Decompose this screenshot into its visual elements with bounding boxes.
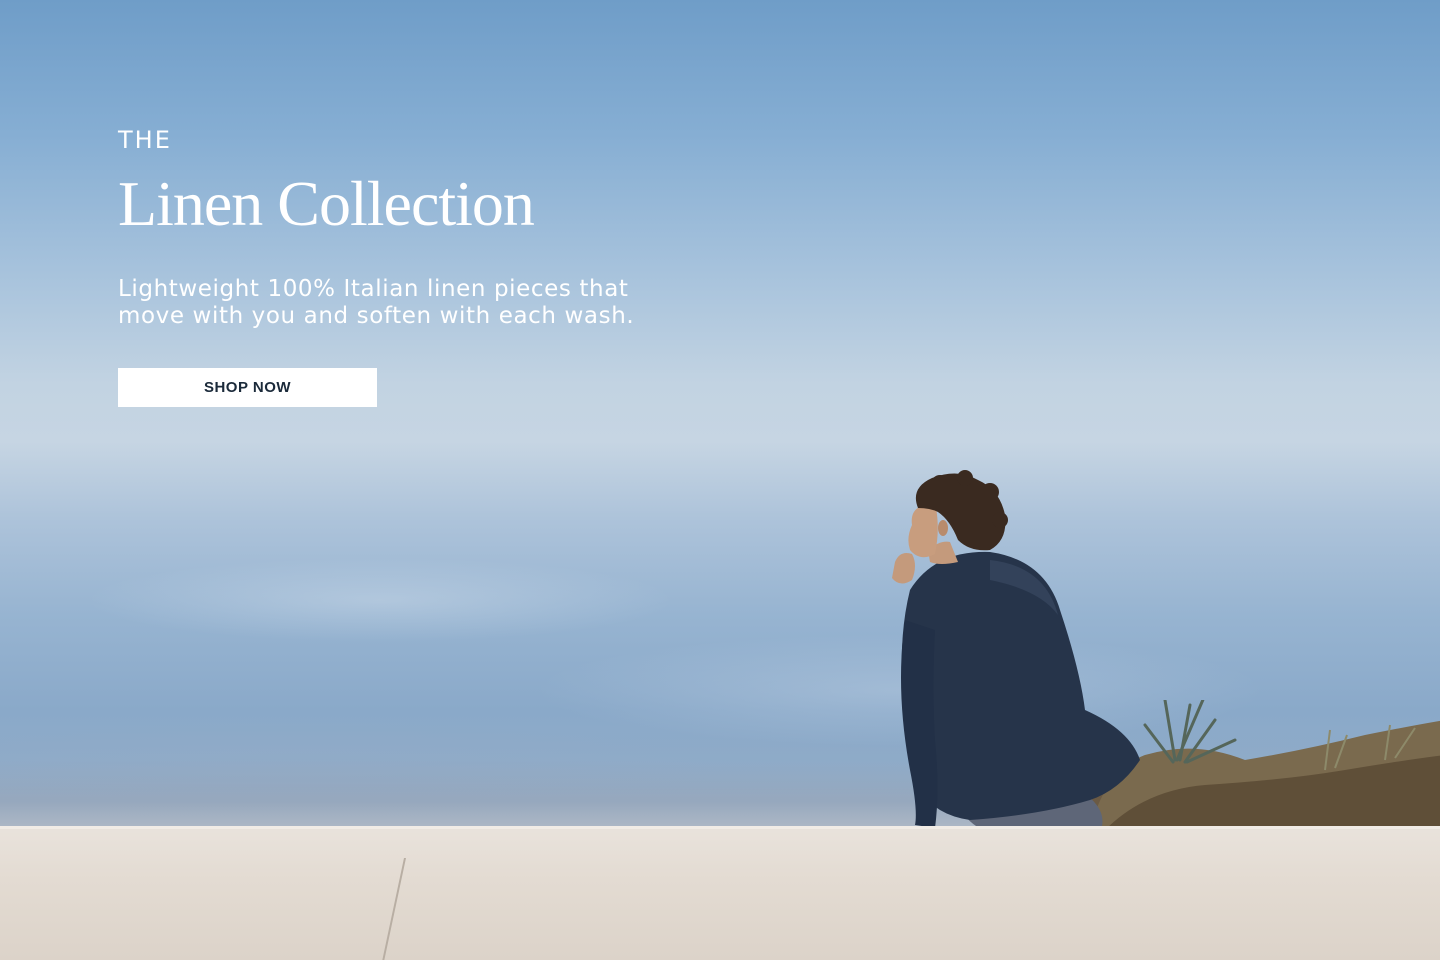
hero-subtitle: Lightweight 100% Italian linen pieces th…: [118, 276, 718, 330]
stone-terrace: [0, 826, 1440, 960]
hero-eyebrow: THE: [118, 126, 172, 154]
hero-banner: THE Linen Collection Lightweight 100% It…: [0, 0, 1440, 960]
shop-now-button[interactable]: SHOP NOW: [118, 368, 377, 407]
hero-copy: THE Linen Collection Lightweight 100% It…: [118, 124, 758, 407]
terrace-edge: [0, 826, 1440, 829]
hero-subtitle-line-1: Lightweight 100% Italian linen pieces th…: [118, 276, 629, 302]
man-sitting-figure: [850, 470, 1170, 852]
hero-title: Linen Collection: [118, 168, 535, 239]
hero-subtitle-line-2: move with you and soften with each wash.: [118, 303, 635, 329]
